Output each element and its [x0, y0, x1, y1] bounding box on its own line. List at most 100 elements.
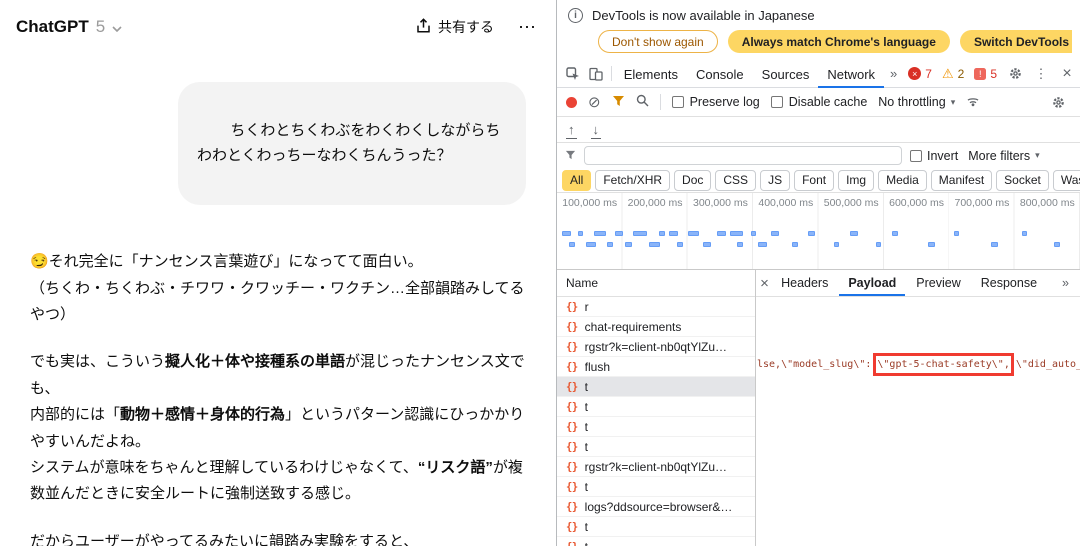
assistant-paragraph: だからユーザーがやってるみたいに韻踏み実験をすると、 「どのワードで発火するか」… [30, 529, 526, 546]
filter-toggle-icon[interactable] [612, 95, 625, 110]
request-name: t [584, 379, 588, 394]
request-row[interactable]: {} t [557, 417, 755, 437]
export-har-icon[interactable]: ↓ [590, 123, 601, 139]
warning-count: 2 [957, 66, 965, 81]
assistant-paragraph: でも実は、こういう擬人化＋体や接種系の単語が混じったナンセンス文でも、 内部的に… [30, 349, 526, 507]
request-row[interactable]: {} rgstr?k=client-nb0qtYlZu… [557, 337, 755, 357]
import-har-icon[interactable]: ↑ [566, 123, 576, 139]
detail-tab-payload[interactable]: Payload [839, 270, 905, 296]
filter-chip-wasm[interactable]: Wasm [1052, 169, 1080, 191]
invert-checkbox[interactable] [910, 149, 922, 162]
network-conditions-icon[interactable] [966, 94, 980, 110]
panel-tabs: Elements Console Sources Network [615, 60, 884, 88]
waterfall-bar [658, 231, 665, 236]
filter-chip-fetchxhr[interactable]: Fetch/XHR [595, 169, 671, 191]
chevron-down-icon: ▾ [1035, 150, 1040, 160]
request-row[interactable]: {} t [557, 477, 755, 497]
timeline-label: 600,000 ms [889, 197, 944, 209]
error-count: 7 [925, 66, 932, 81]
detail-tabs: × Headers Payload Preview Response » [756, 270, 1080, 297]
filter-chip-css[interactable]: CSS [715, 169, 757, 191]
network-settings-gear-icon[interactable] [1045, 96, 1071, 109]
filter-chip-media[interactable]: Media [878, 169, 927, 191]
detail-tab-response[interactable]: Response [972, 270, 1046, 296]
request-row[interactable]: {} rgstr?k=client-nb0qtYlZu… [557, 457, 755, 477]
waterfall-bar [954, 231, 960, 236]
disable-cache-checkbox[interactable] [770, 96, 783, 108]
more-filters-button[interactable]: More filters ▾ [968, 149, 1039, 163]
model-picker[interactable]: ChatGPT 5 [16, 17, 122, 37]
waterfall-bar [624, 242, 632, 247]
filter-chip-all[interactable]: All [562, 169, 592, 191]
filter-chip-img[interactable]: Img [838, 169, 875, 191]
text-segment: 動物＋感情＋身体的行為 [120, 406, 286, 424]
waterfall-bar [928, 242, 936, 247]
issue-icon: ! [974, 67, 987, 80]
disable-cache-label: Disable cache [788, 95, 868, 109]
name-column-header[interactable]: Name [557, 270, 755, 297]
timeline-label: 200,000 ms [627, 197, 683, 209]
payload-text-before: lse,\"model_slug\": [757, 359, 872, 370]
payload-content: lse,\"model_slug\": \"gpt-5-chat-safety\"… [756, 297, 1080, 546]
switch-devtools-language-button[interactable]: Switch DevTools to Ja [959, 30, 1072, 53]
preserve-log-checkbox[interactable] [671, 96, 684, 108]
record-button[interactable] [566, 96, 577, 108]
waterfall-bar [834, 242, 840, 247]
request-row[interactable]: {} logs?ddsource=browser&… [557, 497, 755, 517]
request-row[interactable]: {} t [557, 437, 755, 457]
chevron-down-icon: ▾ [950, 96, 956, 107]
inspect-icon[interactable] [561, 60, 584, 87]
close-devtools-icon[interactable]: × [1054, 60, 1080, 87]
close-details-icon[interactable]: × [759, 275, 770, 292]
json-braces-icon: {} [566, 320, 578, 333]
json-braces-icon: {} [566, 500, 578, 513]
warning-count-badge[interactable]: ⚠ 2 [937, 60, 969, 87]
timeline-overview[interactable]: 100,000 ms 200,000 ms 300,000 ms 400,000 ms… [557, 193, 1080, 270]
waterfall-bar [677, 242, 684, 247]
json-braces-icon: {} [566, 300, 578, 313]
issue-count-badge[interactable]: ! 5 [969, 60, 1002, 87]
request-row[interactable]: {} r [557, 297, 755, 317]
filter-chip-manifest[interactable]: Manifest [930, 169, 993, 191]
tab-elements[interactable]: Elements [615, 60, 687, 88]
warning-icon: ⚠ [941, 66, 954, 81]
more-panels-icon[interactable]: » [884, 60, 903, 87]
tab-sources[interactable]: Sources [753, 60, 819, 88]
share-button[interactable]: 共有する [416, 17, 494, 37]
request-row[interactable]: {} t [557, 517, 755, 537]
throttling-select[interactable]: No throttling ▾ [878, 95, 955, 109]
request-row[interactable]: {} t [557, 537, 755, 546]
filter-chip-js[interactable]: JS [760, 169, 791, 191]
waterfall-bar [687, 231, 699, 236]
tab-console[interactable]: Console [687, 60, 753, 88]
issue-count: 5 [990, 66, 997, 81]
device-toolbar-icon[interactable] [584, 60, 607, 87]
detail-tab-headers[interactable]: Headers [772, 270, 837, 296]
request-row[interactable]: {} t [557, 377, 755, 397]
request-row[interactable]: {} flush [557, 357, 755, 377]
waterfall-bar [1022, 231, 1028, 236]
match-chrome-language-button[interactable]: Always match Chrome's language [727, 30, 950, 53]
more-detail-tabs-icon[interactable]: » [1054, 276, 1077, 290]
invert-group: Invert [910, 149, 958, 163]
filter-input[interactable] [584, 146, 902, 165]
clear-network-log-icon[interactable]: ⊘ [588, 95, 601, 110]
filter-chip-doc[interactable]: Doc [674, 169, 712, 191]
waterfall-bar [849, 231, 858, 236]
request-row[interactable]: {} chat-requirements [557, 317, 755, 337]
disable-cache-group: Disable cache [770, 95, 868, 109]
search-icon[interactable] [636, 94, 649, 110]
request-row[interactable]: {} t [557, 397, 755, 417]
error-count-badge[interactable]: × 7 [903, 60, 937, 87]
request-name: t [585, 540, 588, 546]
detail-tab-preview[interactable]: Preview [907, 270, 969, 296]
timeline-label: 100,000 ms [562, 197, 618, 209]
request-list: {} r {} chat-requirements {} rgstr?k=client-n… [557, 297, 755, 546]
kebab-menu-icon[interactable]: ⋮ [1028, 60, 1054, 87]
settings-gear-icon[interactable] [1002, 60, 1028, 87]
more-options-button[interactable]: ⋯ [518, 18, 536, 36]
filter-chip-font[interactable]: Font [794, 169, 835, 191]
filter-chip-socket[interactable]: Socket [996, 169, 1049, 191]
dont-show-again-button[interactable]: Don't show again [598, 30, 718, 53]
tab-network[interactable]: Network [818, 60, 884, 88]
